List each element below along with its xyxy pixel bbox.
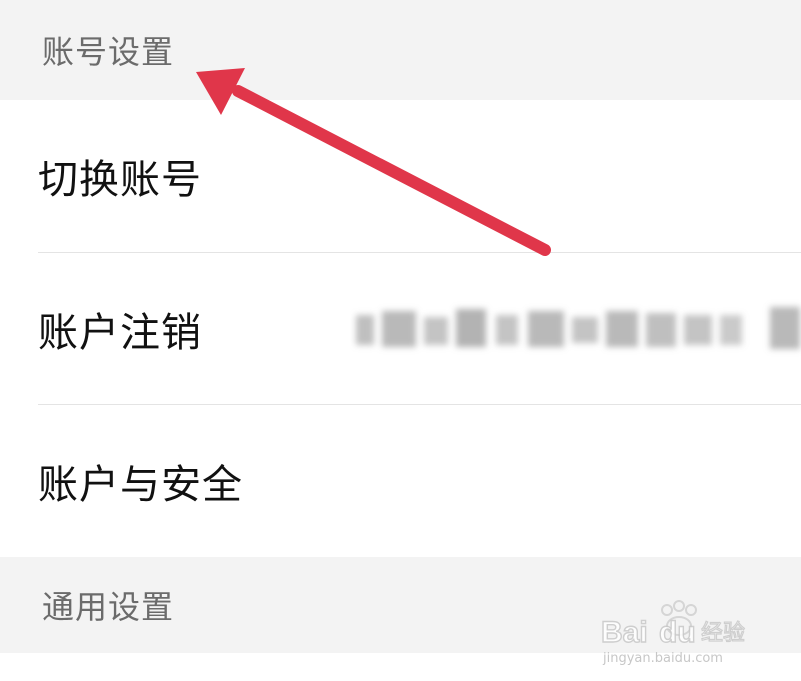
section-title: 通用设置 xyxy=(42,588,175,626)
blurred-redacted-value xyxy=(356,307,800,349)
next-row-partial xyxy=(0,653,801,681)
section-header-general-settings: 通用设置 xyxy=(0,557,801,653)
settings-screen: 账号设置 切换账号 账户注销 账户与安全 通用设置 Bai du 经验 jing… xyxy=(0,0,801,681)
row-label: 切换账号 xyxy=(38,157,202,203)
row-account-and-security[interactable]: 账户与安全 xyxy=(0,405,801,557)
section-title: 账号设置 xyxy=(42,33,175,71)
section-header-account-settings: 账号设置 xyxy=(0,0,801,100)
row-label: 账户注销 xyxy=(38,310,202,356)
row-label: 账户与安全 xyxy=(38,462,243,508)
row-switch-account[interactable]: 切换账号 xyxy=(0,100,801,252)
